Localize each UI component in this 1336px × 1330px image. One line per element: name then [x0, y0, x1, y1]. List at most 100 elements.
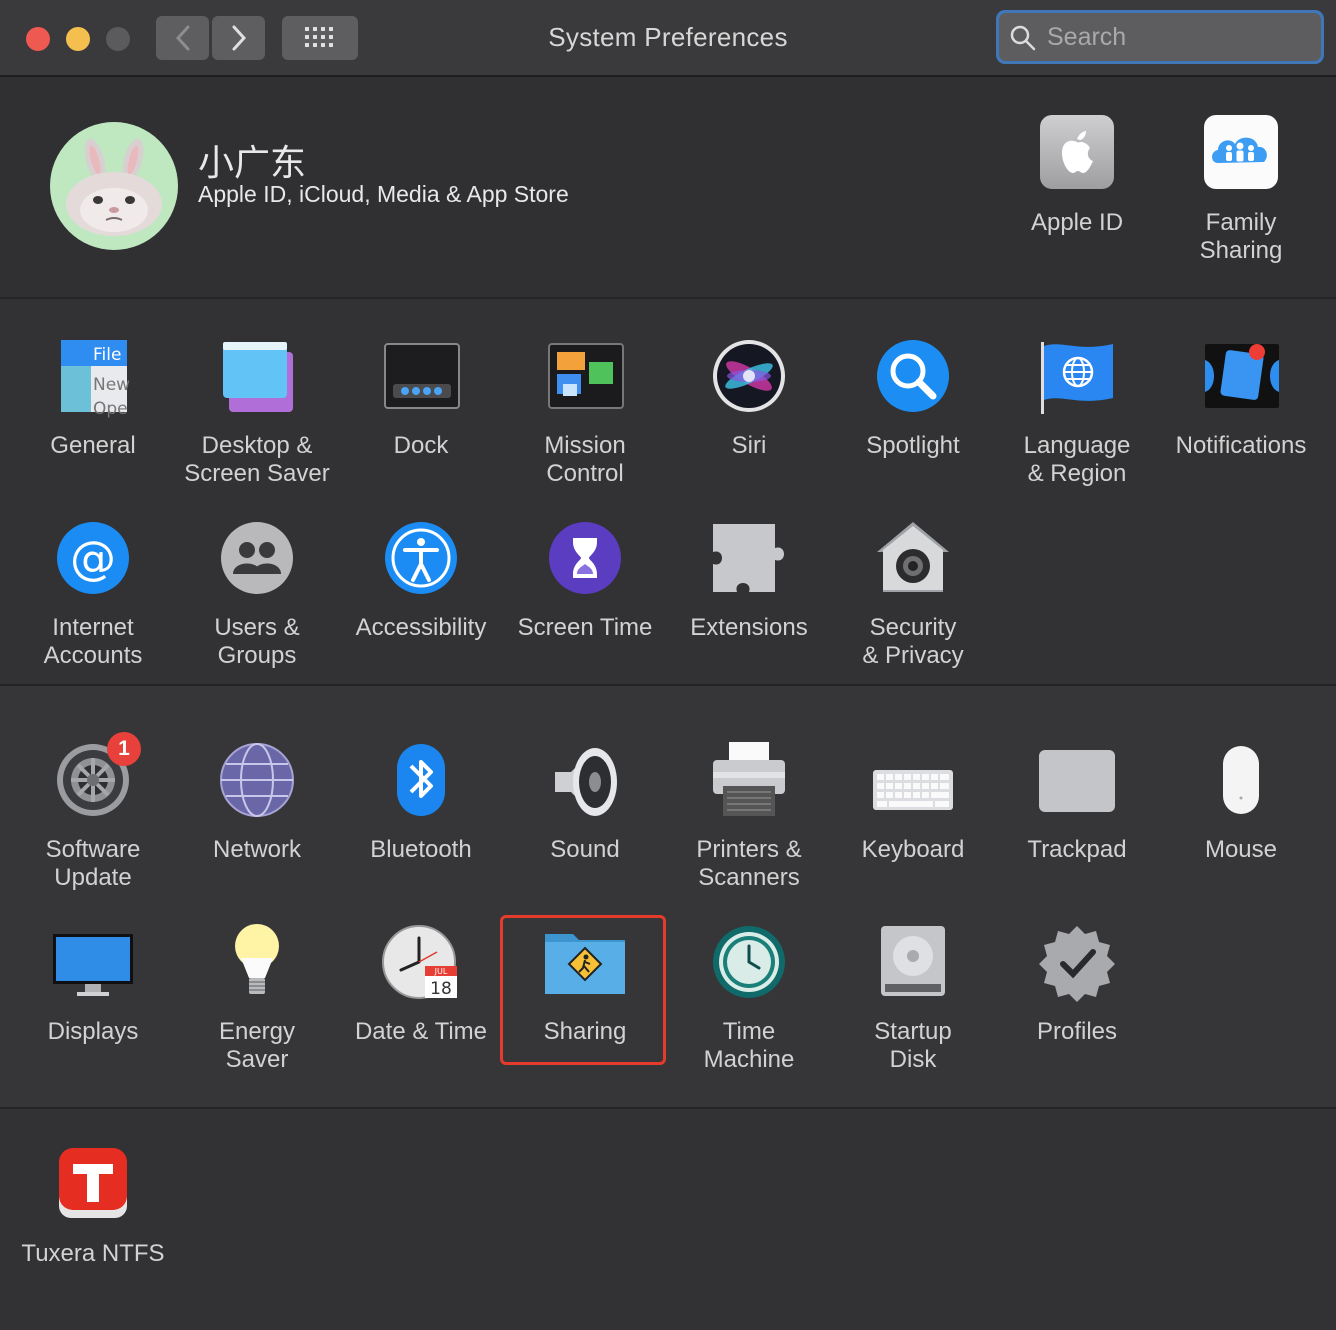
general-icon-file-text: File	[93, 345, 121, 365]
time-machine-icon	[709, 924, 789, 1004]
display-icon	[53, 924, 133, 1004]
pane-label: General	[50, 432, 136, 459]
dock-icon	[381, 338, 461, 418]
users-groups-icon	[217, 520, 297, 600]
account-subtitle: Apple ID, iCloud, Media & App Store	[198, 181, 569, 207]
language-region-icon	[1037, 338, 1117, 418]
checkmark-badge-icon	[1037, 924, 1117, 1004]
pane-label: Dock	[393, 432, 449, 459]
pane-label: Bluetooth	[370, 836, 472, 863]
sharing-highlight-box	[500, 915, 666, 1065]
bunny-memoji-icon	[66, 138, 162, 236]
pane-label: Network	[212, 836, 302, 863]
lightbulb-icon	[217, 924, 297, 1004]
pane-label: Apple ID	[1030, 209, 1124, 236]
notifications-icon	[1201, 338, 1281, 418]
pane-accessibility[interactable]: Accessibility	[339, 520, 503, 642]
hard-disk-icon	[873, 924, 953, 1004]
pane-label: Tuxera NTFS	[21, 1240, 165, 1267]
pane-label: Energy Saver	[218, 1018, 296, 1073]
tuxera-icon	[53, 1146, 133, 1226]
pane-network[interactable]: Network	[175, 742, 339, 864]
user-avatar[interactable]	[50, 122, 178, 250]
hourglass-icon	[545, 520, 625, 600]
other-section	[0, 1110, 1336, 1330]
general-icon-new-text: New	[93, 375, 130, 395]
pane-users-groups[interactable]: Users & Groups	[175, 520, 339, 670]
pane-label: Spotlight	[866, 432, 960, 459]
pane-apple-id[interactable]: Apple ID	[995, 115, 1159, 237]
family-sharing-icon	[1201, 115, 1281, 195]
pane-profiles[interactable]: Profiles	[995, 924, 1159, 1046]
pane-label: Mouse	[1204, 836, 1278, 863]
section-divider	[0, 1107, 1336, 1109]
mouse-icon	[1201, 742, 1281, 822]
pane-label: Security & Privacy	[862, 614, 964, 669]
pane-label: Displays	[47, 1018, 139, 1045]
pane-security-privacy[interactable]: Security & Privacy	[831, 520, 995, 670]
pane-label: Extensions	[690, 614, 808, 641]
pane-energy-saver[interactable]: Energy Saver	[175, 924, 339, 1074]
pane-language-region[interactable]: Language & Region	[995, 338, 1159, 488]
pane-sound[interactable]: Sound	[503, 742, 667, 864]
spotlight-icon	[873, 338, 953, 418]
pane-label: Startup Disk	[874, 1018, 952, 1073]
pane-dock[interactable]: Dock	[339, 338, 503, 460]
svg-text:@: @	[70, 531, 116, 585]
siri-icon	[709, 338, 789, 418]
desktop-screen-saver-icon	[217, 338, 297, 418]
pane-screen-time[interactable]: Screen Time	[503, 520, 667, 642]
at-sign-icon: @	[53, 520, 133, 600]
pane-tuxera-ntfs[interactable]: Tuxera NTFS	[11, 1146, 175, 1268]
bluetooth-icon	[381, 742, 461, 822]
puzzle-piece-icon	[709, 520, 789, 600]
pane-label: Time Machine	[703, 1018, 795, 1073]
pane-trackpad[interactable]: Trackpad	[995, 742, 1159, 864]
pane-mouse[interactable]: Mouse	[1159, 742, 1323, 864]
pane-extensions[interactable]: Extensions	[667, 520, 831, 642]
pane-keyboard[interactable]: Keyboard	[831, 742, 995, 864]
pane-label: Language & Region	[1023, 432, 1131, 487]
pane-internet-accounts[interactable]: @ Internet Accounts	[11, 520, 175, 670]
pane-label: Trackpad	[1027, 836, 1127, 863]
pane-label: Software Update	[45, 836, 141, 891]
pane-label: Mission Control	[544, 432, 626, 487]
pane-printers-scanners[interactable]: Printers & Scanners	[667, 742, 831, 892]
globe-network-icon	[217, 742, 297, 822]
pane-displays[interactable]: Displays	[11, 924, 175, 1046]
gear-icon: 1	[53, 732, 141, 822]
pane-notifications[interactable]: Notifications	[1159, 338, 1323, 460]
pane-general[interactable]: File New Ope General	[11, 338, 175, 460]
search-input[interactable]	[1045, 19, 1309, 55]
pane-label: Accessibility	[355, 614, 487, 641]
pane-label: Profiles	[1036, 1018, 1118, 1045]
pane-label: Desktop & Screen Saver	[184, 432, 330, 487]
account-section: 小广东 Apple ID, iCloud, Media & App Store …	[0, 77, 1336, 298]
pane-bluetooth[interactable]: Bluetooth	[339, 742, 503, 864]
pane-label: Keyboard	[861, 836, 965, 863]
section-divider	[0, 297, 1336, 299]
pane-mission-control[interactable]: Mission Control	[503, 338, 667, 488]
pane-desktop-screen-saver[interactable]: Desktop & Screen Saver	[175, 338, 339, 488]
general-icon: File New Ope	[53, 338, 133, 419]
keyboard-icon	[873, 742, 953, 822]
update-count-badge: 1	[107, 732, 141, 766]
clock-calendar-icon: JUL 18	[381, 924, 461, 1004]
pane-label: Screen Time	[517, 614, 653, 641]
pane-label: Date & Time	[354, 1018, 488, 1045]
pane-date-time[interactable]: JUL 18 Date & Time	[339, 924, 503, 1046]
pane-siri[interactable]: Siri	[667, 338, 831, 460]
house-lock-icon	[873, 520, 953, 600]
pane-spotlight[interactable]: Spotlight	[831, 338, 995, 460]
pane-label: Family Sharing	[1199, 209, 1283, 264]
system-preferences-window: System Preferences 小广东 Ap	[0, 0, 1336, 1330]
calendar-day-text: 18	[430, 979, 452, 999]
pane-time-machine[interactable]: Time Machine	[667, 924, 831, 1074]
pane-software-update[interactable]: 1 Software Update	[11, 732, 175, 892]
pane-startup-disk[interactable]: Startup Disk	[831, 924, 995, 1074]
general-icon-open-text: Ope	[93, 399, 128, 418]
account-name: 小广东	[198, 142, 307, 183]
pane-family-sharing[interactable]: Family Sharing	[1159, 115, 1323, 265]
pane-label: Printers & Scanners	[696, 836, 802, 891]
search-field[interactable]	[996, 10, 1324, 64]
